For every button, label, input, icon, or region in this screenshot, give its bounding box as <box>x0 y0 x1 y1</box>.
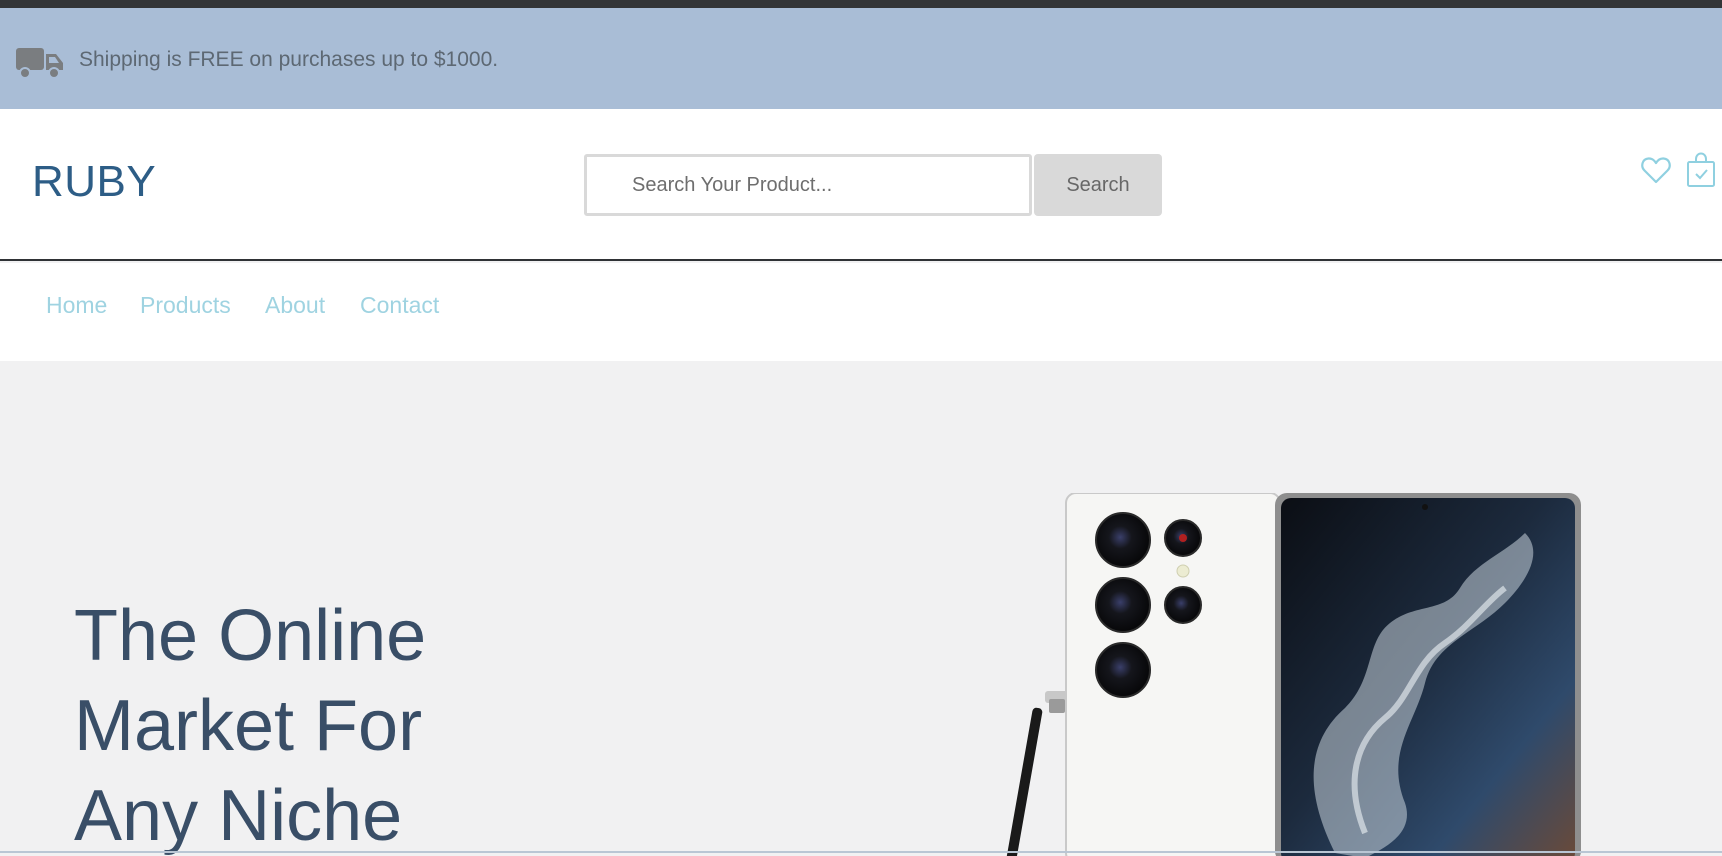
nav-contact-link[interactable]: Contact <box>360 292 439 319</box>
search-input[interactable] <box>584 154 1032 216</box>
search-button[interactable]: Search <box>1034 154 1162 216</box>
shipping-text: Shipping is FREE on purchases up to $100… <box>79 48 499 71</box>
hero-title: The Online Market For Any Niche <box>74 591 426 856</box>
page-bottom-border <box>0 851 1722 853</box>
hero-title-line: Any Niche <box>74 776 403 856</box>
hero-title-line: The Online <box>74 596 427 676</box>
nav-products-link[interactable]: Products <box>140 292 231 319</box>
stylus-pen <box>1005 691 1069 856</box>
shipping-banner: Shipping is FREE on purchases up to $100… <box>0 8 1722 109</box>
main-nav: Home Products About Contact <box>0 263 1722 361</box>
nav-home-link[interactable]: Home <box>46 292 107 319</box>
shopping-bag-icon[interactable] <box>1686 152 1716 188</box>
truck-icon <box>16 48 63 79</box>
heart-icon[interactable] <box>1640 154 1672 186</box>
hero-section: The Online Market For Any Niche <box>0 361 1722 856</box>
site-logo[interactable]: RUBY <box>32 157 156 207</box>
phone-back <box>1065 493 1281 856</box>
site-header: RUBY Search <box>0 109 1722 261</box>
top-border <box>0 0 1722 8</box>
hero-phone-image <box>1005 493 1581 856</box>
hero-title-line: Market For <box>74 686 423 766</box>
nav-about-link[interactable]: About <box>265 292 325 319</box>
phone-front <box>1275 493 1581 856</box>
